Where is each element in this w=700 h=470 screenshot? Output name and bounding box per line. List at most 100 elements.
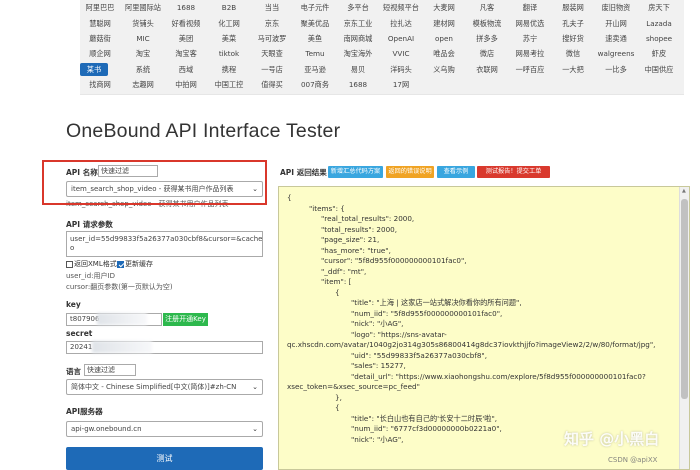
platform-link[interactable]: 速卖通 [596, 32, 636, 45]
platform-link[interactable]: VVIC [381, 47, 421, 60]
platform-link[interactable]: OpenAI [381, 32, 421, 45]
platform-link[interactable]: 一大把 [553, 63, 593, 76]
platform-link[interactable]: 货铺头 [123, 17, 163, 30]
new-code-button[interactable]: 新增汇总代码方案 [328, 166, 383, 178]
secret-redaction [92, 341, 152, 353]
platform-link[interactable]: 蘑菇街 [80, 32, 120, 45]
platform-link[interactable]: 一号店 [252, 63, 292, 76]
platform-link[interactable]: 美菜 [209, 32, 249, 45]
platform-link[interactable]: 凡客 [467, 1, 507, 14]
platform-link[interactable]: 网易考拉 [510, 47, 550, 60]
platform-link[interactable]: 17网 [381, 78, 421, 91]
platform-link[interactable]: B2B [209, 1, 249, 14]
platform-link[interactable]: 房天下 [639, 1, 679, 14]
platform-link[interactable]: 007商务 [295, 78, 335, 91]
platform-link[interactable]: Temu [295, 47, 335, 60]
platform-link[interactable]: 京东 [252, 17, 292, 30]
platform-link[interactable]: 服装网 [553, 1, 593, 14]
platform-link[interactable]: 顺企网 [80, 47, 120, 60]
platform-link[interactable]: 值得买 [252, 78, 292, 91]
platform-link[interactable]: 孔夫子 [553, 17, 593, 30]
platform-link[interactable]: Lazada [639, 17, 679, 30]
platform-link[interactable]: 洋码头 [381, 63, 421, 76]
platform-link[interactable]: walgreens [596, 47, 636, 60]
platform-link[interactable]: 系统 [123, 63, 163, 76]
platform-link[interactable]: 阿里巴巴 [80, 1, 120, 14]
platform-link[interactable]: tiktok [209, 47, 249, 60]
platform-link[interactable]: 阿里國际站 [123, 1, 163, 14]
platform-link[interactable]: 1688 [166, 1, 206, 14]
platform-link[interactable]: 虾皮 [639, 47, 679, 60]
platform-link[interactable]: 淘宝 [123, 47, 163, 60]
server-select[interactable]: api-gw.onebound.cn ⌄ [66, 421, 263, 437]
platform-link[interactable]: 中拍网 [166, 78, 206, 91]
platform-link[interactable]: 衣联网 [467, 63, 507, 76]
platform-link[interactable]: 废旧物资 [596, 1, 636, 14]
platform-link[interactable]: 天眼查 [252, 47, 292, 60]
platform-link[interactable]: 志趣网 [123, 78, 163, 91]
platform-link[interactable]: 京东工业 [338, 17, 378, 30]
platform-link[interactable]: 中国供应 [639, 63, 679, 76]
test-button[interactable]: 测试 [66, 447, 263, 470]
xml-checkbox[interactable]: 返回XML格式 [66, 259, 117, 269]
app-root: 阿里巴巴 阿里國际站 1688 B2B 当当 电子元件 多平台 短视频平台 大麦网 凡客 翻译 服装网… [0, 0, 700, 470]
platform-link[interactable]: 找商网 [80, 78, 120, 91]
json-line: "title": "长白山也有自己的'长安十二时辰'啦", [351, 413, 498, 423]
platform-link[interactable]: 短视频平台 [381, 1, 421, 14]
platform-link[interactable]: 唯品会 [424, 47, 464, 60]
platform-link[interactable]: 拼多多 [467, 32, 507, 45]
result-scrollbar[interactable]: ▲ [679, 187, 689, 469]
scroll-up-icon[interactable]: ▲ [682, 188, 686, 194]
platform-link[interactable]: 易贝 [338, 63, 378, 76]
platform-link[interactable]: 苏宁 [510, 32, 550, 45]
platform-link[interactable]: 开山网 [596, 17, 636, 30]
view-example-button[interactable]: 查看示例 [437, 166, 475, 178]
platform-link[interactable]: 大麦网 [424, 1, 464, 14]
cache-checkbox[interactable]: 更新缓存 [117, 259, 153, 269]
platform-link[interactable]: 多平台 [338, 1, 378, 14]
platform-link[interactable]: 搜好货 [553, 32, 593, 45]
platform-link[interactable]: MIC [123, 32, 163, 45]
platform-link[interactable]: 一比多 [596, 63, 636, 76]
platform-link[interactable]: 当当 [252, 1, 292, 14]
platform-link[interactable]: 网易优选 [510, 17, 550, 30]
json-line: "uid": "55d99833f5a26377a030cbf8", [351, 350, 488, 360]
platform-link[interactable]: 淘宝海外 [338, 47, 378, 60]
platform-link[interactable]: 淘宝客 [166, 47, 206, 60]
platform-link[interactable]: 中国工控 [209, 78, 249, 91]
platform-link[interactable]: 微店 [467, 47, 507, 60]
platform-link[interactable]: shopee [639, 32, 679, 45]
platform-link[interactable]: 某书 [80, 63, 108, 76]
params-textarea[interactable]: user_id=55d99833f5a26377a030cbf8&cursor=… [66, 231, 263, 257]
submit-ticket-button[interactable]: 测试报告！提交工单 [477, 166, 550, 178]
platform-link[interactable]: 携程 [209, 63, 249, 76]
platform-link[interactable]: 美鱼 [295, 32, 335, 45]
platform-link[interactable]: 微信 [553, 47, 593, 60]
json-line: "item": [ [321, 277, 352, 286]
json-line: "nick": "小AG", [351, 434, 404, 444]
platform-link[interactable]: open [424, 32, 464, 45]
platform-link[interactable]: 义乌购 [424, 63, 464, 76]
platform-link[interactable]: 马可波罗 [252, 32, 292, 45]
platform-link[interactable]: 慧聪网 [80, 17, 120, 30]
platform-link[interactable]: 亚马逊 [295, 63, 335, 76]
platform-link[interactable]: 美团 [166, 32, 206, 45]
platform-link[interactable]: 1688 [338, 78, 378, 91]
platform-link[interactable]: 建材网 [424, 17, 464, 30]
platform-link[interactable]: 聚美优品 [295, 17, 335, 30]
params-line-2: o [70, 244, 75, 252]
platform-link[interactable]: 翻译 [510, 1, 550, 14]
error-info-button[interactable]: 返回的错误说明 [386, 166, 434, 178]
scrollbar-thumb[interactable] [681, 199, 688, 399]
platform-link[interactable]: 模板物流 [467, 17, 507, 30]
platform-link[interactable]: 拉扎达 [381, 17, 421, 30]
platform-link[interactable]: 西域 [166, 63, 206, 76]
language-select[interactable]: 简体中文 - Chinese Simplified[中文(简体)]#zh-CN … [66, 379, 263, 395]
platform-link[interactable]: 化工网 [209, 17, 249, 30]
platform-link[interactable]: 一呼百应 [510, 63, 550, 76]
register-key-button[interactable]: 注册开通Key [163, 313, 208, 326]
platform-link[interactable]: 电子元件 [295, 1, 335, 14]
language-filter-input[interactable]: 快速过滤 [84, 364, 136, 376]
platform-link[interactable]: 好看视频 [166, 17, 206, 30]
platform-link[interactable]: 南网商城 [338, 32, 378, 45]
